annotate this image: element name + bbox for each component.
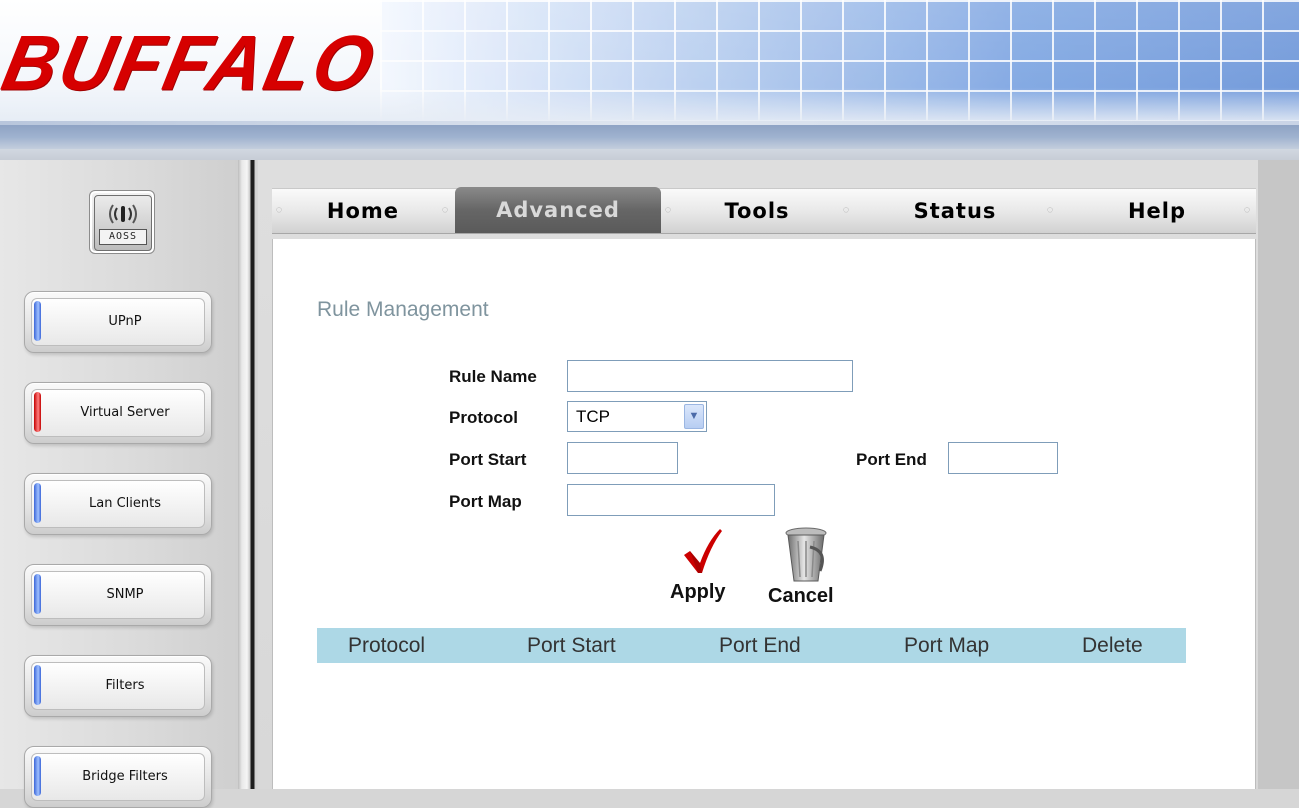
rule-name-label: Rule Name [449,367,537,386]
column-header-port-start: Port Start [527,634,616,657]
sidebar-item-lan-clients[interactable]: Lan Clients [24,473,212,535]
status-led-icon [34,301,41,341]
port-map-input[interactable] [567,484,775,516]
tab-home[interactable]: Home [288,189,438,233]
wireless-waves-icon [107,202,139,226]
apply-button[interactable]: Apply [668,527,738,607]
sidebar-item-label: SNMP [106,587,144,602]
port-start-label: Port Start [449,450,527,469]
tab-status[interactable]: Status [870,189,1040,233]
tab-separator-icon: ◌ [275,204,283,216]
tab-separator-icon: ◌ [441,204,449,216]
sidebar-item-label: Lan Clients [89,496,161,511]
sidebar-item-label: Bridge Filters [82,769,168,784]
sidebar-item-label: Filters [105,678,145,693]
sidebar-item-bridge-filters[interactable]: Bridge Filters [24,746,212,808]
aoss-button[interactable]: AOSS [89,190,155,254]
sidebar-item-label: Virtual Server [80,405,170,420]
aoss-button-face: AOSS [94,195,152,251]
aoss-label: AOSS [99,229,147,245]
chevron-down-icon[interactable]: ▼ [684,404,704,429]
sidebar-item-filters[interactable]: Filters [24,655,212,717]
column-header-port-end: Port End [719,634,801,657]
tab-separator-icon: ◌ [1046,204,1054,216]
tab-tools[interactable]: Tools [677,189,837,233]
port-end-input[interactable] [948,442,1058,474]
status-led-icon [34,483,41,523]
trash-can-icon [785,527,827,582]
sidebar-item-virtual-server[interactable]: Virtual Server [24,382,212,444]
tab-bar: ◌ Home ◌ Advanced ◌ Tools ◌ Status ◌ Hel… [272,187,1256,234]
right-border [1258,160,1299,789]
sidebar-item-label: UPnP [108,314,142,329]
port-map-label: Port Map [449,492,522,511]
protocol-select-value: TCP [576,407,610,426]
rules-table-header: Protocol Port Start Port End Port Map De… [317,628,1186,663]
status-led-icon [34,574,41,614]
checkmark-icon [684,529,722,573]
status-led-icon [34,392,41,432]
header-banner: BUFFALO [0,0,1299,160]
tab-separator-icon: ◌ [1243,204,1251,216]
cancel-label: Cancel [768,585,834,607]
rule-name-input[interactable] [567,360,853,392]
port-start-input[interactable] [567,442,678,474]
column-header-protocol: Protocol [348,634,426,657]
port-end-label: Port End [856,450,927,469]
tab-separator-icon: ◌ [664,204,672,216]
tab-help[interactable]: Help [1072,189,1242,233]
tab-advanced[interactable]: Advanced [455,187,661,233]
column-header-delete: Delete [1082,634,1143,657]
cancel-button[interactable]: Cancel [768,527,848,611]
status-led-icon [34,756,41,796]
sidebar-divider [238,160,258,789]
status-led-icon [34,665,41,705]
column-header-port-map: Port Map [904,634,990,657]
protocol-select[interactable]: TCP ▼ [567,401,707,432]
apply-label: Apply [670,581,726,603]
tab-separator-icon: ◌ [842,204,850,216]
sidebar-item-snmp[interactable]: SNMP [24,564,212,626]
sidebar-item-upnp[interactable]: UPnP [24,291,212,353]
page-title: Rule Management [317,298,489,321]
buffalo-logo: BUFFALO [0,19,385,107]
header-grid-decoration [380,0,1299,125]
header-band [0,125,1299,149]
protocol-label: Protocol [449,408,518,427]
